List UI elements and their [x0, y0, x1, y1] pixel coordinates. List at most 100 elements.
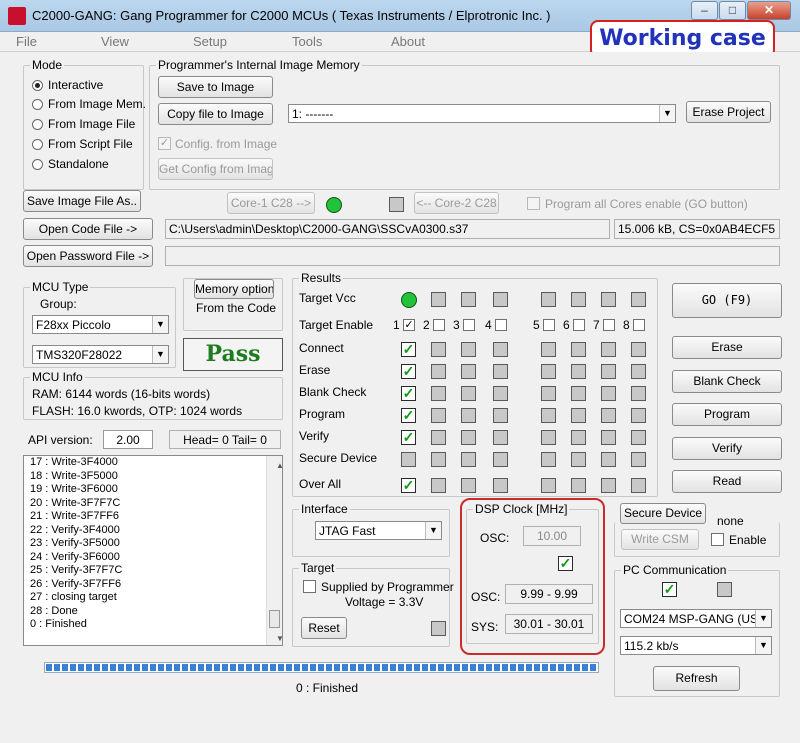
log-line: 22 : Verify-3F4000: [30, 523, 120, 536]
config-from-image-checkbox[interactable]: ✓: [158, 137, 171, 150]
target-enable-checkbox[interactable]: [603, 319, 615, 331]
target-number: 5: [533, 318, 540, 332]
target-enable-checkbox[interactable]: [463, 319, 475, 331]
result-indicator: [601, 292, 616, 307]
menu-setup[interactable]: Setup: [193, 34, 227, 49]
pc-comm-checkbox[interactable]: ✓: [662, 582, 677, 597]
secure-enable-checkbox[interactable]: [711, 533, 724, 546]
result-indicator: [571, 478, 586, 493]
result-indicator: [541, 364, 556, 379]
log-line: 18 : Write-3F5000: [30, 469, 118, 482]
image-selector[interactable]: 1: ------- ▼: [288, 104, 676, 123]
verify-button[interactable]: Verify: [672, 437, 782, 460]
log-line: 25 : Verify-3F7F7C: [30, 564, 123, 576]
save-image-file-as-button[interactable]: Save Image File As..: [23, 190, 141, 212]
menu-about[interactable]: About: [391, 34, 425, 49]
target-enable-checkbox[interactable]: [573, 319, 585, 331]
maximize-button[interactable]: □: [719, 1, 746, 20]
result-row-label: Secure Device: [299, 451, 378, 465]
result-indicator: [601, 342, 616, 357]
com-port-select[interactable]: COM24 MSP-GANG (USB ▼: [620, 609, 772, 628]
baud-select[interactable]: 115.2 kb/s ▼: [620, 636, 772, 655]
erase-project-button[interactable]: Erase Project: [686, 101, 771, 123]
reset-button[interactable]: Reset: [301, 617, 347, 639]
go-button[interactable]: GO (F9): [672, 283, 782, 318]
log-list[interactable]: 17 : Write-3F4000 18 : Write-3F5000 19 :…: [23, 455, 283, 646]
target-enable-checkbox[interactable]: [495, 319, 507, 331]
result-pass-check-icon: ✓: [401, 477, 416, 493]
group-select[interactable]: F28xx Piccolo ▼: [32, 315, 169, 334]
target-enable-checkbox[interactable]: ✓: [403, 319, 415, 331]
read-button[interactable]: Read: [672, 470, 782, 493]
save-to-image-button[interactable]: Save to Image: [158, 76, 273, 98]
result-indicator: [461, 478, 476, 493]
close-button[interactable]: ✕: [747, 1, 791, 20]
log-line: 21 : Write-3F7FF6: [30, 510, 120, 522]
mode-radio-image-file[interactable]: [32, 119, 43, 130]
get-config-button[interactable]: Get Config from Image: [158, 158, 273, 180]
menu-view[interactable]: View: [101, 34, 129, 49]
mode-radio-interactive[interactable]: [32, 80, 43, 91]
mode-option-label: From Image File: [48, 117, 136, 131]
mode-option-label: Interactive: [48, 78, 104, 92]
program-all-cores-checkbox[interactable]: [527, 197, 540, 210]
log-line: 0 : Finished: [30, 618, 87, 630]
mode-radio-script-file[interactable]: [32, 139, 43, 150]
open-password-file-button[interactable]: Open Password File ->: [23, 245, 153, 267]
result-indicator: [493, 386, 508, 401]
dsp-osc-input[interactable]: 10.00: [523, 526, 581, 546]
open-code-file-button[interactable]: Open Code File ->: [23, 218, 153, 240]
write-csm-button[interactable]: Write CSM: [621, 529, 699, 550]
interface-select[interactable]: JTAG Fast ▼: [315, 521, 442, 540]
target-enable-checkbox[interactable]: [433, 319, 445, 331]
result-indicator: [631, 430, 646, 445]
result-row-label: Connect: [299, 341, 344, 355]
group-select-value: F28xx Piccolo: [36, 318, 111, 332]
target-enable-checkbox[interactable]: [543, 319, 555, 331]
erase-button[interactable]: Erase: [672, 336, 782, 359]
refresh-button[interactable]: Refresh: [653, 666, 740, 691]
pass-indicator: Pass: [183, 338, 283, 371]
scroll-up-icon[interactable]: ▲: [270, 459, 282, 473]
results-group: Results Target Vcc Target Enable 1 ✓ 2 3 4 5 6 7 8…: [292, 271, 658, 497]
minimize-button[interactable]: –: [691, 1, 718, 20]
menu-tools[interactable]: Tools: [292, 34, 322, 49]
log-line: 19 : Write-3F6000: [30, 483, 118, 495]
reset-indicator: [431, 621, 446, 636]
result-indicator: [571, 452, 586, 467]
core2-indicator: [389, 197, 404, 212]
menu-file[interactable]: File: [16, 34, 37, 49]
memory-option-button[interactable]: Memory option: [194, 279, 274, 299]
blank-check-button[interactable]: Blank Check: [672, 370, 782, 393]
target-enable-checkbox[interactable]: [633, 319, 645, 331]
program-all-cores-label: Program all Cores enable (GO button): [545, 197, 748, 211]
log-line: 20 : Write-3F7F7C: [30, 496, 121, 509]
mode-radio-standalone[interactable]: [32, 159, 43, 170]
dsp-sys-label: SYS:: [471, 620, 499, 634]
pc-communication-group: PC Communication ✓ COM24 MSP-GANG (USB ▼…: [614, 563, 780, 697]
result-indicator: [571, 386, 586, 401]
result-indicator: [401, 452, 416, 467]
core2-button[interactable]: <-- Core-2 C28: [414, 192, 499, 214]
supplied-by-programmer-checkbox[interactable]: [303, 580, 316, 593]
copy-file-to-image-button[interactable]: Copy file to Image: [158, 103, 273, 125]
log-scrollbar[interactable]: ▲ ▼: [266, 456, 282, 645]
baud-value: 115.2 kb/s: [624, 639, 679, 653]
image-selector-value: 1: -------: [292, 107, 334, 121]
scroll-thumb[interactable]: [269, 610, 280, 628]
device-select[interactable]: TMS320F28022 ▼: [32, 345, 169, 364]
result-indicator: [571, 364, 586, 379]
secure-device-button[interactable]: Secure Device: [620, 503, 706, 524]
mode-radio-image-mem[interactable]: [32, 99, 43, 110]
result-indicator: [431, 430, 446, 445]
core1-button[interactable]: Core-1 C28 -->: [227, 192, 315, 214]
scroll-down-icon[interactable]: ▼: [270, 632, 282, 645]
dsp-osc-checkbox[interactable]: ✓: [558, 556, 573, 571]
mcu-type-group: MCU Type Group: F28xx Piccolo ▼ TMS320F2…: [23, 280, 176, 368]
result-indicator: [631, 408, 646, 423]
program-button[interactable]: Program: [672, 403, 782, 426]
result-indicator: [601, 408, 616, 423]
interface-select-value: JTAG Fast: [319, 524, 376, 538]
result-row-label: Erase: [299, 363, 331, 377]
result-indicator: [493, 452, 508, 467]
